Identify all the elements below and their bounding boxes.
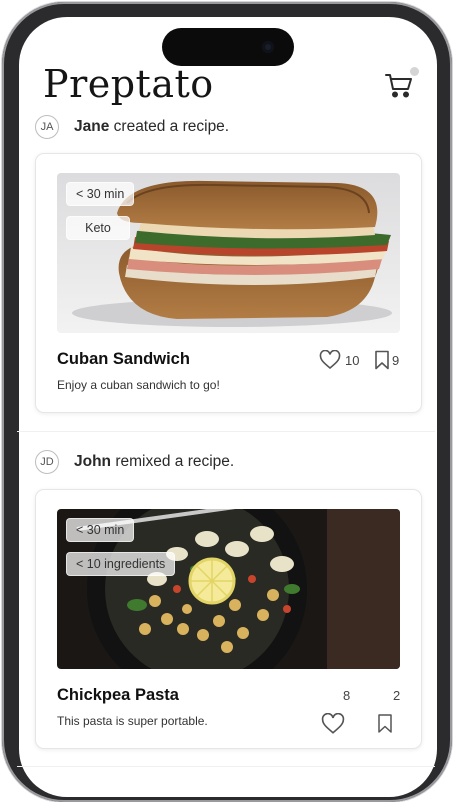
activity-user[interactable]: John	[74, 453, 111, 470]
recipe-title[interactable]: Cuban Sandwich	[57, 350, 190, 369]
bookmark-icon[interactable]	[374, 350, 390, 370]
like-count: 10	[345, 352, 360, 368]
recipe-title[interactable]: Chickpea Pasta	[57, 686, 179, 705]
recipe-tag[interactable]: Keto	[66, 216, 130, 240]
save-count: 2	[393, 688, 401, 703]
app-title: Preptato	[43, 62, 214, 106]
bookmark-icon[interactable]	[377, 713, 393, 734]
feed-divider	[17, 431, 435, 432]
heart-icon[interactable]	[319, 350, 341, 370]
activity-text: Jane created a recipe.	[74, 118, 229, 136]
shopping-cart-icon[interactable]	[384, 70, 414, 100]
recipe-tag[interactable]: < 10 ingredients	[66, 552, 176, 576]
avatar[interactable]: JA	[35, 115, 59, 139]
dynamic-island	[162, 28, 294, 66]
activity-text: John remixed a recipe.	[74, 453, 234, 471]
like-stat[interactable]: 10	[319, 350, 359, 370]
avatar[interactable]: JD	[35, 450, 59, 474]
camera-icon	[262, 41, 274, 53]
activity-row: JA Jane created a recipe.	[35, 114, 229, 140]
save-stat[interactable]: 9	[374, 350, 399, 370]
heart-icon[interactable]	[321, 713, 345, 735]
feed-divider	[17, 766, 435, 767]
recipe-description: This pasta is super portable.	[57, 714, 208, 728]
recipe-tag[interactable]: < 30 min	[66, 182, 135, 206]
cart-badge	[410, 67, 419, 76]
save-count: 9	[392, 352, 400, 368]
recipe-card[interactable]: < 30 min Keto Cuban Sandwich Enjoy a cub…	[35, 153, 422, 413]
recipe-tag[interactable]: < 30 min	[66, 518, 135, 542]
activity-user[interactable]: Jane	[74, 118, 109, 135]
like-count: 8	[343, 688, 351, 703]
recipe-description: Enjoy a cuban sandwich to go!	[57, 378, 220, 392]
activity-action: created a recipe.	[113, 118, 230, 135]
activity-row: JD John remixed a recipe.	[35, 449, 234, 475]
activity-action: remixed a recipe.	[115, 453, 235, 470]
recipe-card[interactable]: < 30 min < 10 ingredients Chickpea Pasta…	[35, 489, 422, 749]
